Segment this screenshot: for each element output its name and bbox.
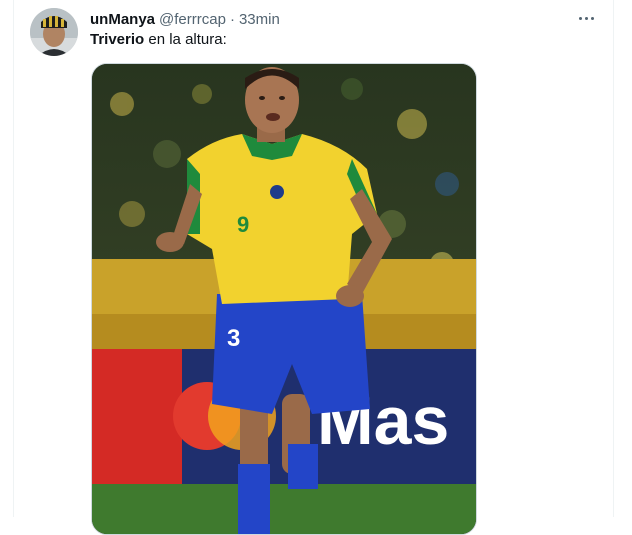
tweet-text-body: en la altura:: [144, 31, 227, 48]
avatar[interactable]: [30, 8, 78, 56]
shorts-number: 3: [227, 325, 240, 352]
separator-dot: ·: [229, 10, 235, 28]
jersey-number: 9: [237, 212, 249, 237]
more-horizontal-icon: [584, 16, 588, 20]
more-horizontal-icon: [590, 16, 594, 20]
tweet-text-highlight: Triverio: [90, 31, 145, 48]
timeline-column: unManya @ferrrcap · 33min Triverio en la…: [0, 0, 632, 535]
avatar-image: [30, 8, 78, 56]
user-handle[interactable]: @ferrrcap: [159, 11, 226, 28]
timestamp[interactable]: 33min: [239, 11, 280, 28]
column-border-right: [613, 0, 614, 517]
tweet-header: unManya @ferrrcap · 33min: [90, 9, 280, 29]
tweet-photo[interactable]: Mas 3 9: [91, 63, 477, 535]
display-name[interactable]: unManya: [90, 11, 155, 28]
tweet[interactable]: unManya @ferrrcap · 33min Triverio en la…: [14, 0, 613, 535]
more-horizontal-icon: [578, 16, 582, 20]
photo-football-player: Mas 3 9: [92, 64, 476, 534]
more-options-button[interactable]: [572, 6, 600, 30]
tweet-text: Triverio en la altura:: [90, 31, 227, 48]
